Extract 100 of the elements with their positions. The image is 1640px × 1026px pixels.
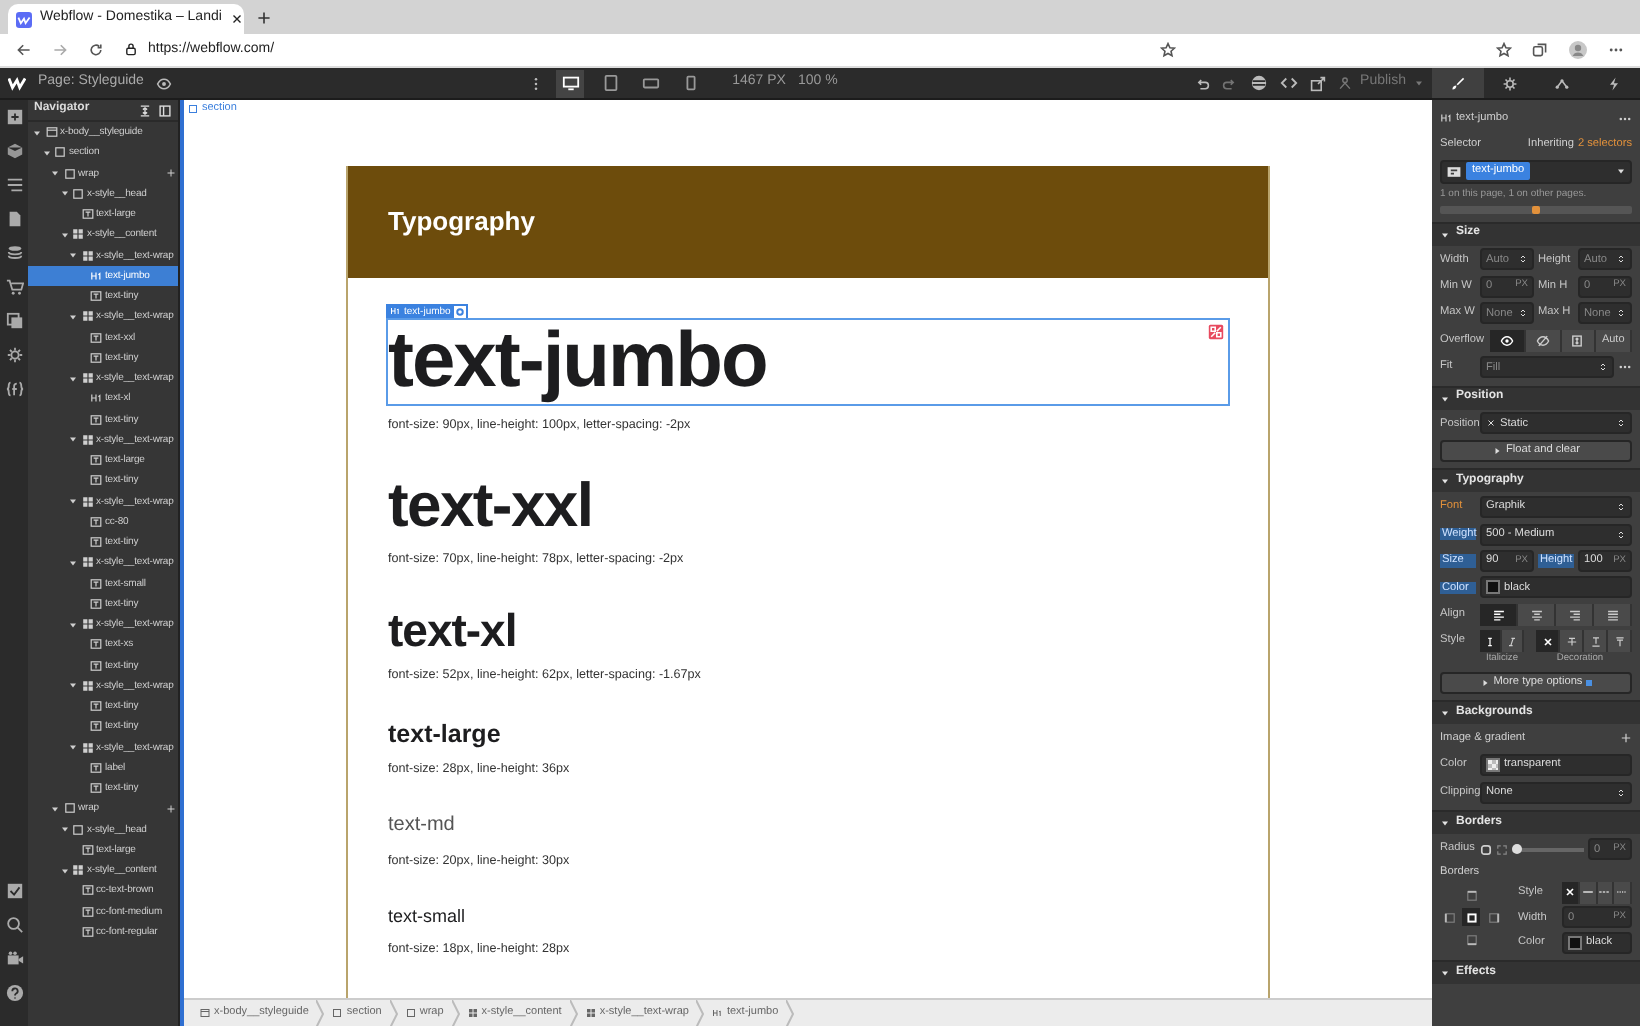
text-icon xyxy=(90,720,102,733)
collections-icon[interactable] xyxy=(1532,42,1548,58)
caret-down-icon[interactable] xyxy=(68,619,78,630)
code-icon[interactable] xyxy=(1280,74,1299,92)
star-icon[interactable] xyxy=(1160,42,1176,58)
strike-decoration-button[interactable] xyxy=(1560,630,1584,653)
text-icon xyxy=(90,515,102,528)
caret-down-icon[interactable] xyxy=(68,373,78,384)
square-icon xyxy=(54,146,66,159)
star-icon[interactable] xyxy=(1496,42,1512,58)
align-justify-button[interactable] xyxy=(1594,603,1632,626)
dashed-border-button[interactable] xyxy=(1597,881,1615,904)
heading-icon xyxy=(390,306,400,316)
border-side-button[interactable] xyxy=(1462,908,1480,927)
caret-down-icon[interactable] xyxy=(68,742,78,753)
updown-icon xyxy=(1616,502,1626,513)
overflow-option[interactable] xyxy=(1525,329,1561,352)
grid-icon xyxy=(81,495,93,508)
underline-decoration-button[interactable] xyxy=(1584,630,1608,653)
checkbox-icon[interactable] xyxy=(5,882,23,900)
back-icon[interactable] xyxy=(16,42,32,58)
sample-heading: text-xxl xyxy=(388,472,593,540)
settings-icon[interactable] xyxy=(454,305,467,317)
align-icon xyxy=(1529,607,1543,622)
caret-down-icon[interactable] xyxy=(1440,708,1450,719)
side-icon xyxy=(1465,933,1477,946)
search-icon[interactable] xyxy=(5,916,23,934)
overline-decoration-button[interactable] xyxy=(1608,630,1632,653)
none-decoration-button[interactable] xyxy=(1536,630,1560,653)
align-icon xyxy=(1605,607,1619,622)
sample-heading: text-jumbo xyxy=(388,320,767,404)
heading-icon xyxy=(90,269,102,282)
overflow-option[interactable] xyxy=(1490,329,1526,352)
updown-icon xyxy=(1616,418,1626,429)
circle-icon[interactable] xyxy=(1250,74,1269,92)
collapse-icon[interactable] xyxy=(138,103,152,117)
caret-down-icon[interactable] xyxy=(68,557,78,568)
settings-icon[interactable] xyxy=(5,346,23,364)
desktop-device-button[interactable] xyxy=(556,69,585,97)
profile-avatar[interactable] xyxy=(1568,40,1588,60)
undo-icon[interactable] xyxy=(1194,75,1211,91)
reload-icon[interactable] xyxy=(88,42,104,58)
radius-icon[interactable] xyxy=(1480,843,1492,856)
export-icon[interactable] xyxy=(1310,75,1327,91)
overflow-option[interactable] xyxy=(1561,329,1597,352)
none-border-button[interactable] xyxy=(1562,881,1580,904)
text-icon xyxy=(81,843,93,856)
square-icon xyxy=(63,167,75,180)
images-icon[interactable] xyxy=(5,312,23,330)
grid-icon[interactable] xyxy=(1208,324,1224,340)
updown-icon xyxy=(1518,254,1528,265)
dotted-border-button[interactable] xyxy=(1614,881,1632,904)
grid-icon xyxy=(81,310,93,323)
text-icon xyxy=(90,290,102,303)
dock-icon[interactable] xyxy=(158,103,172,117)
page-icon xyxy=(200,1008,210,1018)
help-icon[interactable] xyxy=(5,984,23,1002)
cube-icon[interactable] xyxy=(5,142,23,160)
align-center-button[interactable] xyxy=(1518,603,1556,626)
caret-down-icon[interactable] xyxy=(1440,229,1450,240)
slider-thumb[interactable] xyxy=(1512,844,1522,855)
hidden-icon xyxy=(1535,333,1550,348)
text-icon xyxy=(81,905,93,918)
add-icon[interactable] xyxy=(5,108,23,126)
caret-down-icon[interactable] xyxy=(59,865,69,876)
caret-down-icon[interactable] xyxy=(68,434,78,445)
braces-icon[interactable] xyxy=(5,380,23,398)
solid-border-button[interactable] xyxy=(1579,881,1597,904)
align-right-button[interactable] xyxy=(1556,603,1594,626)
database-icon[interactable] xyxy=(5,244,23,262)
align-left-button[interactable] xyxy=(1480,603,1518,626)
caret-down-icon[interactable] xyxy=(1440,476,1450,487)
text-icon xyxy=(90,454,102,467)
text-icon xyxy=(81,884,93,897)
plus-icon[interactable] xyxy=(256,10,272,26)
caret-down-icon[interactable] xyxy=(68,680,78,691)
text-icon xyxy=(90,577,102,590)
caret-down-icon[interactable] xyxy=(1440,818,1450,829)
text-icon xyxy=(90,597,102,610)
italic-style-button[interactable] xyxy=(1502,630,1524,653)
regular-icon xyxy=(1484,635,1496,648)
caret-down-icon[interactable] xyxy=(1440,967,1450,978)
cart-icon[interactable] xyxy=(5,278,23,296)
video-icon[interactable] xyxy=(5,950,23,968)
slider-track[interactable] xyxy=(1512,847,1584,852)
caret-down-icon[interactable] xyxy=(68,496,78,507)
phone-landscape-icon xyxy=(641,74,660,92)
preview-icon[interactable] xyxy=(155,75,172,91)
selector-icon[interactable] xyxy=(1446,163,1462,180)
caret-down-icon[interactable] xyxy=(1440,393,1450,404)
page-icon[interactable] xyxy=(5,210,23,228)
sample-heading: text-md xyxy=(388,814,455,838)
heading-icon xyxy=(90,392,102,405)
caret-down-icon[interactable] xyxy=(68,311,78,322)
navigator-icon[interactable] xyxy=(5,176,23,194)
visible-icon xyxy=(1499,333,1514,348)
regular-style-button[interactable] xyxy=(1480,630,1502,653)
logo-icon[interactable] xyxy=(8,74,26,92)
grid-icon xyxy=(72,864,84,877)
close-icon[interactable] xyxy=(229,12,244,26)
